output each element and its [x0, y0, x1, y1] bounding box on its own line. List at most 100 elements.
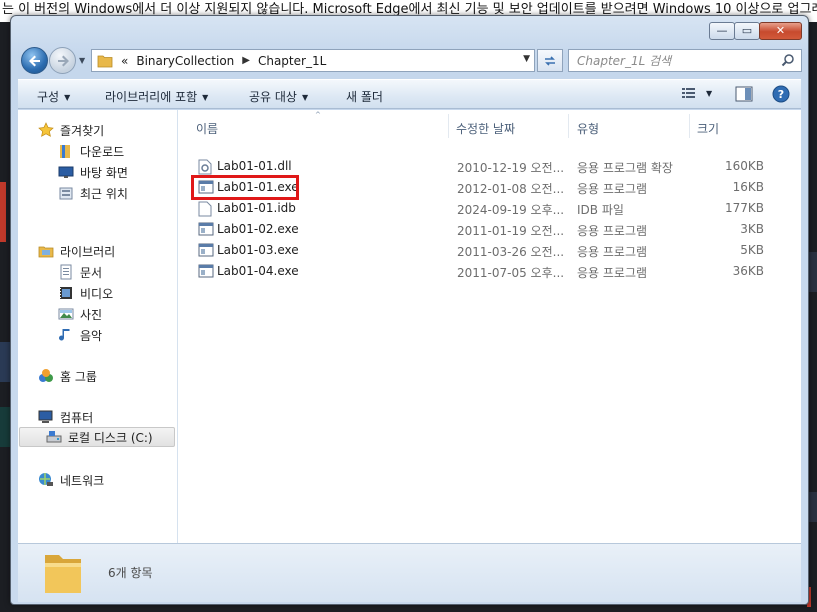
pictures-icon: [58, 308, 74, 320]
new-folder-button[interactable]: 새 폴더: [346, 88, 383, 105]
video-icon: [60, 287, 72, 299]
close-button[interactable]: ✕: [759, 22, 802, 40]
sidebar-item-label: 로컬 디스크 (C:): [68, 430, 153, 445]
search-box[interactable]: [568, 49, 802, 72]
maximize-button[interactable]: ▭: [734, 22, 760, 40]
chevron-down-icon: ▼: [202, 93, 209, 102]
window-controls: — ▭ ✕: [709, 22, 802, 40]
forward-button[interactable]: [49, 47, 76, 74]
column-header-type[interactable]: 유형: [577, 120, 599, 137]
sidebar-libraries[interactable]: 라이브러리: [38, 241, 197, 261]
share-with-label: 공유 대상: [249, 90, 297, 104]
file-modified: 2011-07-05 오후...: [457, 266, 565, 280]
breadcrumb-binarycollection[interactable]: BinaryCollection: [136, 54, 234, 68]
sidebar-item-label: 음악: [80, 328, 103, 343]
file-modified: 2011-03-26 오전...: [457, 245, 565, 259]
sidebar-homegroup[interactable]: 홈 그룹: [38, 366, 197, 386]
include-library-button[interactable]: 라이브러리에 포함 ▼: [105, 88, 208, 105]
documents-icon: [60, 264, 72, 280]
back-button[interactable]: [21, 47, 48, 74]
include-library-label: 라이브러리에 포함: [105, 90, 198, 104]
address-dropdown-icon[interactable]: ▼: [523, 54, 530, 64]
file-size: 5KB: [740, 243, 764, 257]
exe-icon: [198, 222, 214, 236]
sidebar-network[interactable]: 네트워크: [38, 470, 197, 490]
downloads-folder-icon: [60, 145, 70, 158]
view-list-icon: [682, 88, 695, 98]
file-size: 16KB: [732, 180, 764, 194]
homegroup-icon: [39, 369, 53, 382]
file-type: 응용 프로그램: [577, 266, 648, 280]
svg-text:?: ?: [778, 88, 784, 101]
computer-icon: [38, 410, 53, 423]
breadcrumb-chapter[interactable]: Chapter_1L: [258, 54, 326, 68]
address-prefix[interactable]: «: [121, 54, 128, 68]
column-header-name[interactable]: 이름: [196, 120, 218, 137]
preview-pane-icon: [735, 86, 753, 102]
table-row[interactable]: Lab01-01.idb 2024-09-19 오후... IDB 파일 177…: [178, 198, 798, 219]
file-name: Lab01-04.exe: [217, 264, 299, 278]
file-name: Lab01-02.exe: [217, 222, 299, 236]
help-icon: ?: [772, 85, 790, 103]
column-header-modified[interactable]: 수정한 날짜: [456, 120, 515, 137]
table-row[interactable]: Lab01-02.exe 2011-01-19 오전... 응용 프로그램 3K…: [178, 219, 798, 240]
music-icon: [59, 329, 70, 341]
sidebar-item-label: 비디오: [80, 286, 114, 301]
file-size: 177KB: [724, 201, 764, 215]
organize-label: 구성: [37, 90, 60, 104]
share-with-button[interactable]: 공유 대상 ▼: [249, 88, 308, 105]
sidebar-item-label: 문서: [80, 265, 103, 280]
file-modified: 2011-01-19 오전...: [457, 224, 565, 238]
sidebar-computer-label: 컴퓨터: [60, 410, 94, 425]
library-icon: [38, 246, 54, 258]
organize-button[interactable]: 구성 ▼: [37, 88, 70, 105]
view-options-button[interactable]: [681, 86, 697, 103]
recent-pages-dropdown[interactable]: ▼: [79, 56, 85, 65]
sidebar-network-label: 네트워크: [60, 473, 105, 488]
file-name: Lab01-03.exe: [217, 243, 299, 257]
file-size: 160KB: [724, 159, 764, 173]
star-icon: [38, 122, 54, 137]
view-dropdown-icon[interactable]: ▼: [706, 89, 712, 98]
file-icon: [198, 201, 212, 217]
chevron-down-icon: ▼: [64, 93, 71, 102]
refresh-icon: [545, 55, 555, 66]
sidebar-libraries-label: 라이브러리: [60, 244, 116, 259]
exe-icon: [198, 264, 214, 278]
file-type: 응용 프로그램: [577, 224, 648, 238]
command-bar: 구성 ▼ 라이브러리에 포함 ▼ 공유 대상 ▼ 새 폴더 ▼ ?: [18, 79, 801, 109]
column-divider[interactable]: [448, 114, 449, 138]
preview-pane-button[interactable]: [735, 86, 753, 105]
refresh-button[interactable]: [537, 49, 563, 72]
table-row[interactable]: Lab01-01.dll 2010-12-19 오전... 응용 프로그램 확장…: [178, 156, 798, 177]
arrow-right-icon: [57, 55, 69, 66]
folder-icon: [45, 555, 81, 593]
search-input[interactable]: [569, 50, 769, 71]
network-icon: [39, 473, 53, 486]
dll-icon: [198, 159, 212, 175]
search-icon[interactable]: [781, 53, 795, 67]
sidebar-computer[interactable]: 컴퓨터: [38, 407, 197, 427]
column-header-size[interactable]: 크기: [697, 120, 719, 137]
address-bar[interactable]: « BinaryCollection ▶ Chapter_1L ▼: [91, 49, 535, 72]
file-size: 36KB: [732, 264, 764, 278]
minimize-button[interactable]: —: [709, 22, 735, 40]
table-row[interactable]: Lab01-04.exe 2011-07-05 오후... 응용 프로그램 36…: [178, 261, 798, 282]
desktop-icon: [58, 166, 74, 178]
sidebar-favorites[interactable]: 즐겨찾기: [38, 120, 197, 140]
sidebar-item-label: 사진: [80, 307, 103, 322]
help-button[interactable]: ?: [772, 85, 790, 106]
sidebar-favorites-label: 즐겨찾기: [60, 123, 105, 138]
chevron-right-icon[interactable]: ▶: [242, 55, 250, 66]
sidebar-item-label: 최근 위치: [80, 186, 128, 201]
folder-icon: [97, 55, 113, 67]
file-type: 응용 프로그램 확장: [577, 161, 673, 175]
sidebar-item-label: 다운로드: [80, 144, 125, 159]
file-modified: 2010-12-19 오전...: [457, 161, 565, 175]
drive-icon: [46, 431, 62, 443]
table-row[interactable]: Lab01-03.exe 2011-03-26 오전... 응용 프로그램 5K…: [178, 240, 798, 261]
column-divider[interactable]: [689, 114, 690, 138]
sidebar-item-local-disk[interactable]: 로컬 디스크 (C:): [19, 427, 175, 447]
file-name: Lab01-01.dll: [217, 159, 292, 173]
column-divider[interactable]: [568, 114, 569, 138]
